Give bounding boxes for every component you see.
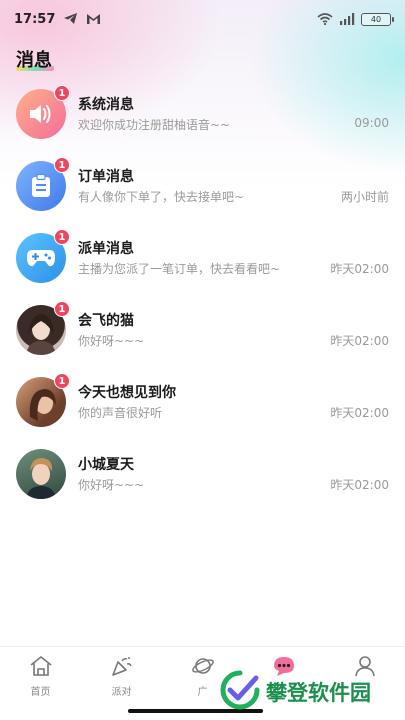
user-avatar (16, 449, 66, 499)
battery-icon: 40 (361, 12, 394, 26)
tab-party[interactable]: 派对 (81, 647, 162, 700)
page-title: 消息 (16, 50, 52, 71)
message-item-user[interactable]: 1 今天也想见到你 你的声音很好听 昨天02:00 (0, 366, 405, 438)
message-time: 昨天02:00 (330, 334, 389, 348)
status-bar: 17:57 40 (0, 0, 405, 38)
message-name: 会飞的猫 (78, 312, 134, 329)
status-time: 17:57 (14, 11, 56, 27)
planet-icon (191, 655, 215, 681)
message-name: 今天也想见到你 (78, 384, 176, 401)
unread-badge: 1 (54, 85, 70, 101)
message-list: 1 系统消息 欢迎你成功注册甜柚语音~~ 09:00 1 订单消息 有人像你下单… (0, 78, 405, 510)
gmail-icon (86, 10, 101, 29)
message-name: 订单消息 (78, 168, 134, 185)
unread-badge: 1 (54, 301, 70, 317)
message-item-order[interactable]: 1 订单消息 有人像你下单了，快去接单吧~ 两小时前 (0, 150, 405, 222)
message-time: 09:00 (354, 116, 389, 130)
unread-badge: 1 (54, 157, 70, 173)
message-time: 昨天02:00 (330, 478, 389, 492)
message-time: 两小时前 (340, 190, 389, 204)
signal-icon (339, 10, 355, 29)
message-item-user[interactable]: 1 会飞的猫 你好呀~~~ 昨天02:00 (0, 294, 405, 366)
wifi-icon (317, 10, 333, 29)
unread-badge: 1 (54, 373, 70, 389)
message-time: 昨天02:00 (330, 406, 389, 420)
message-name: 派单消息 (78, 240, 134, 257)
checkmark-logo-icon (220, 670, 260, 714)
message-time: 昨天02:00 (330, 262, 389, 276)
tab-label: 首页 (30, 687, 51, 698)
watermark-text: 攀登软件园 (266, 681, 371, 705)
home-icon (29, 655, 53, 681)
message-name: 小城夏天 (78, 456, 134, 473)
message-item-dispatch[interactable]: 1 派单消息 主播为您派了一笔订单，快去看看吧~ 昨天02:00 (0, 222, 405, 294)
message-item-system[interactable]: 1 系统消息 欢迎你成功注册甜柚语音~~ 09:00 (0, 78, 405, 150)
message-name: 系统消息 (78, 96, 134, 113)
party-icon (110, 655, 134, 681)
message-item-user[interactable]: 小城夏天 你好呀~~~ 昨天02:00 (0, 438, 405, 510)
telegram-icon (63, 10, 78, 29)
watermark: 攀登软件园 (220, 668, 371, 716)
unread-badge: 1 (54, 229, 70, 245)
tab-home[interactable]: 首页 (0, 647, 81, 700)
tab-label: 广 (197, 687, 208, 698)
tab-label: 派对 (111, 687, 132, 698)
